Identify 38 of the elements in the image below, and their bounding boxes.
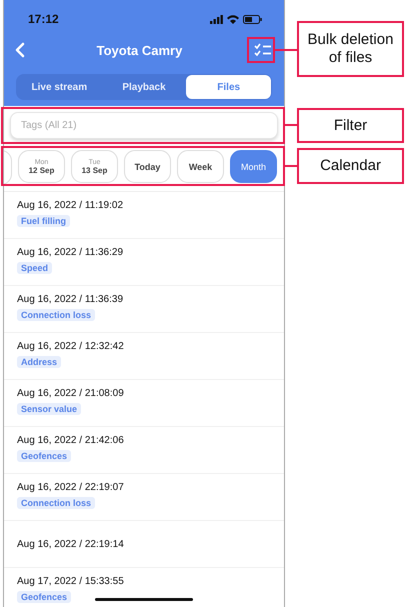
signal-icon: [210, 14, 223, 24]
tab[interactable]: Playback: [102, 75, 186, 99]
highlight-frame: [247, 37, 275, 63]
tab[interactable]: Files: [186, 75, 272, 99]
event-tag: Fuel filling: [17, 215, 70, 227]
file-time[interactable]: Aug 16, 2022 / 11:36:39: [17, 294, 124, 305]
file-time[interactable]: Aug 16, 2022 / 21:42:06: [17, 435, 124, 446]
callout-label: Calendar: [297, 148, 404, 184]
period-chip[interactable]: Today: [124, 150, 171, 183]
file-time[interactable]: Aug 16, 2022 / 11:19:02: [17, 200, 124, 211]
event-tag: Connection loss: [17, 497, 96, 509]
callout-label: Bulk deletion of files: [297, 21, 404, 77]
tags-field[interactable]: Tags (All 21): [10, 112, 278, 139]
period-chip[interactable]: Week: [177, 150, 224, 183]
file-time[interactable]: Aug 17, 2022 / 15:33:55: [17, 576, 124, 587]
leader-line: [275, 49, 297, 51]
file-time[interactable]: Aug 16, 2022 / 22:19:07: [17, 482, 124, 493]
event-tag: Geofences: [17, 450, 72, 462]
wifi-icon: [227, 14, 239, 24]
event-tag: Address: [17, 356, 62, 368]
screen-title: Toyota Camry: [96, 42, 182, 58]
leader-line: [285, 165, 297, 167]
callout-label: Filter: [297, 108, 404, 143]
tab[interactable]: Live stream: [17, 75, 102, 99]
leader-line: [285, 124, 297, 126]
event-tag: Sensor value: [17, 403, 82, 415]
back-icon[interactable]: [15, 42, 25, 58]
checklist-icon[interactable]: [254, 43, 272, 57]
event-tag: Connection loss: [17, 309, 96, 321]
file-time[interactable]: Aug 16, 2022 / 22:19:14: [17, 538, 124, 550]
file-time[interactable]: Aug 16, 2022 / 11:36:29: [17, 247, 124, 258]
file-time[interactable]: Aug 16, 2022 / 12:32:42: [17, 341, 124, 352]
event-tag: Geofences: [17, 591, 72, 603]
status-time: 17:12: [28, 12, 59, 26]
period-chip[interactable]: Month: [230, 150, 277, 183]
event-tag: Speed: [17, 262, 52, 274]
file-time[interactable]: Aug 16, 2022 / 21:08:09: [17, 388, 124, 399]
battery-icon: [243, 14, 262, 24]
